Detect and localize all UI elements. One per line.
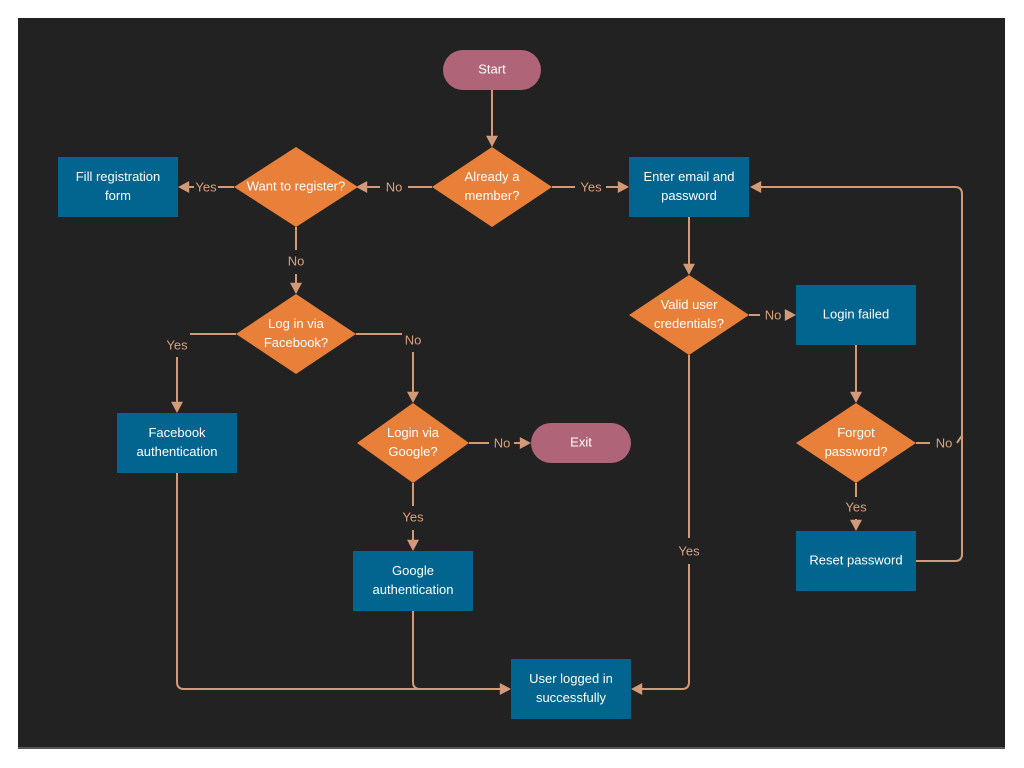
node-label: Google: [392, 563, 434, 578]
node-label: Login via: [387, 425, 440, 440]
node-label: User logged in: [529, 671, 613, 686]
node-label: Forgot: [837, 425, 875, 440]
edge-label-yes: Yes: [678, 543, 700, 558]
node-login-google[interactable]: Login via Google?: [357, 403, 469, 483]
edge-label-no: No: [288, 253, 305, 268]
node-label: Start: [478, 61, 506, 76]
arrow-head-icon: [407, 539, 419, 551]
arrow-head-icon: [519, 437, 531, 449]
node-already-member[interactable]: Already a member?: [432, 147, 552, 227]
node-label: member?: [465, 188, 520, 203]
node-label: Already a: [465, 169, 521, 184]
node-label: Valid user: [661, 297, 719, 312]
node-label: authentication: [137, 444, 218, 459]
arrow-head-icon: [683, 263, 695, 275]
node-fill-registration[interactable]: Fill registration form: [58, 157, 178, 217]
node-valid-credentials[interactable]: Valid user credentials?: [629, 275, 749, 355]
edge-label-yes: Yes: [195, 179, 217, 194]
node-google-auth[interactable]: Google authentication: [353, 551, 473, 611]
edge-label-no: No: [386, 179, 403, 194]
edge-label-yes: Yes: [580, 179, 602, 194]
arrow-head-icon: [171, 401, 183, 413]
flowchart-svg: No Yes Yes No Yes No No Yes No Yes Yes No Start Alrea…: [58, 50, 963, 719]
node-label: Exit: [570, 434, 592, 449]
edge-google-auth-to-logged-in: [412, 611, 421, 690]
edge-label-yes: Yes: [166, 337, 188, 352]
flowchart-canvas: No Yes Yes No Yes No No Yes No Yes Yes No Start Alrea…: [18, 18, 1005, 749]
node-label: Reset password: [809, 552, 902, 567]
node-label: Log in via: [268, 316, 324, 331]
edge-label-no: No: [405, 332, 422, 347]
arrow-head-icon: [486, 135, 498, 147]
arrow-head-icon: [290, 282, 302, 294]
node-label: Google?: [388, 444, 437, 459]
node-reset-password[interactable]: Reset password: [796, 531, 916, 591]
arrow-head-icon: [407, 391, 419, 403]
node-label: Login failed: [823, 306, 890, 321]
edge-label-no: No: [936, 435, 953, 450]
arrow-head-icon: [499, 683, 511, 695]
node-label: authentication: [373, 582, 454, 597]
node-login-failed[interactable]: Login failed: [796, 285, 916, 345]
node-want-register[interactable]: Want to register?: [234, 147, 358, 227]
node-label: Fill registration: [76, 169, 161, 184]
node-label: password: [661, 188, 717, 203]
node-exit[interactable]: Exit: [531, 423, 631, 463]
node-label: credentials?: [654, 316, 724, 331]
nodes: Start Already a member? Want to register? Fi…: [58, 50, 916, 719]
arrow-head-icon: [631, 683, 643, 695]
arrow-head-icon: [617, 181, 629, 193]
edge-label-no: No: [494, 435, 511, 450]
node-facebook-auth[interactable]: Facebook authentication: [117, 413, 237, 473]
edge-label-yes: Yes: [845, 499, 867, 514]
node-label: Want to register?: [247, 178, 346, 193]
node-start[interactable]: Start: [443, 50, 541, 90]
arrow-head-icon: [750, 181, 762, 193]
arrow-head-icon: [784, 309, 796, 321]
arrow-head-icon: [850, 519, 862, 531]
node-logged-in[interactable]: User logged in successfully: [511, 659, 631, 719]
node-label: Facebook: [148, 425, 206, 440]
edge-label-no: No: [765, 307, 782, 322]
arrow-head-icon: [850, 391, 862, 403]
node-label: form: [105, 188, 131, 203]
node-label: Facebook?: [264, 335, 328, 350]
node-label: successfully: [536, 690, 607, 705]
node-label: password?: [825, 444, 888, 459]
edge-label-yes: Yes: [402, 509, 424, 524]
node-enter-email[interactable]: Enter email and password: [629, 157, 749, 217]
arrow-head-icon: [178, 181, 190, 193]
node-login-facebook[interactable]: Log in via Facebook?: [236, 294, 356, 374]
edge-valid-yes-b: [640, 564, 690, 690]
node-label: Enter email and: [643, 169, 734, 184]
node-forgot-password[interactable]: Forgot password?: [796, 403, 916, 483]
